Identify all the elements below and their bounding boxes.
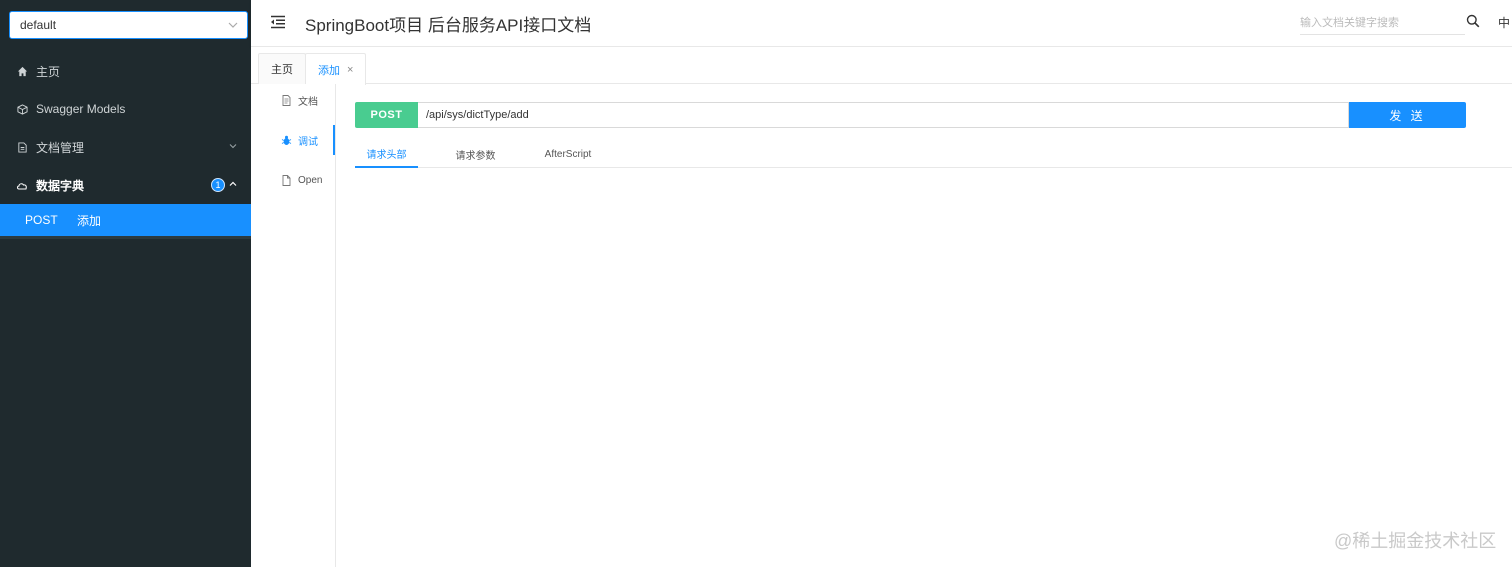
chevron-up-icon [229,180,237,191]
sidebar-item-data-dictionary[interactable]: 数据字典 1 [0,166,251,204]
cloud-icon [16,179,28,191]
count-badge: 1 [211,178,225,192]
chevron-down-icon [228,12,238,48]
sidebar-subitem-label: 添加 [77,213,102,228]
open-file-icon [281,174,292,186]
tab-home[interactable]: 主页 [258,53,306,84]
document-icon [281,94,292,106]
menu-collapse-icon[interactable] [270,15,286,29]
sidebar-item-label: 主页 [36,64,61,79]
close-icon[interactable]: × [347,64,353,76]
method-badge: POST [355,102,418,128]
sidebar: default 主页 Swagger Models 文档管理 数据字典 1 PO… [0,0,251,567]
group-select-value: default [20,18,57,32]
top-header: SpringBoot项目 后台服务API接口文档 中 [251,0,1512,47]
home-icon [16,65,28,77]
chevron-down-icon [229,142,237,153]
tab-request-params[interactable]: 请求参数 [444,140,507,168]
search-input[interactable] [1300,12,1465,35]
sidebar-item-doc-management[interactable]: 文档管理 [0,128,251,166]
tab-request-headers[interactable]: 请求头部 [355,140,418,168]
debug-panel: POST 发 送 请求头部 请求参数 AfterScript [336,84,1512,567]
tab-after-script[interactable]: AfterScript [533,140,603,168]
page-title: SpringBoot项目 后台服务API接口文档 [305,16,592,35]
page-tabs-bar: 主页 添加 × [251,47,1512,85]
watermark: @稀土掘金技术社区 [1334,531,1497,551]
sidebar-subitem-post-add[interactable]: POST 添加 [0,204,251,236]
tab-label: 主页 [271,64,293,76]
tab-open[interactable]: Open [251,165,335,195]
group-select[interactable]: default [9,11,248,39]
request-bar: POST 发 送 [355,102,1466,128]
tab-document[interactable]: 文档 [251,85,335,115]
language-toggle[interactable]: 中 [1498,14,1510,31]
divider [0,236,251,239]
request-tabs: 请求头部 请求参数 AfterScript [355,140,1512,168]
tab-label: Open [298,174,323,186]
sidebar-item-label: 数据字典 [36,178,85,193]
bug-icon [281,135,292,146]
cube-icon [16,103,28,115]
tab-add[interactable]: 添加 × [305,53,367,85]
send-button[interactable]: 发 送 [1349,102,1466,128]
file-icon [16,141,28,153]
tab-label: 调试 [298,136,318,148]
search-icon[interactable] [1466,14,1480,28]
method-label: POST [25,213,58,227]
tab-label: 文档 [298,96,318,108]
url-input[interactable] [418,102,1349,128]
doc-view-tabs: 文档 调试 Open [251,84,336,567]
sidebar-item-label: Swagger Models [36,102,126,116]
sidebar-item-label: 文档管理 [36,140,85,155]
tab-debug[interactable]: 调试 [251,125,335,155]
sidebar-item-swagger-models[interactable]: Swagger Models [0,90,251,128]
sidebar-item-home[interactable]: 主页 [0,52,251,90]
tab-label: 添加 [318,64,340,77]
sidebar-menu: 主页 Swagger Models 文档管理 数据字典 1 POST 添加 [0,52,251,239]
